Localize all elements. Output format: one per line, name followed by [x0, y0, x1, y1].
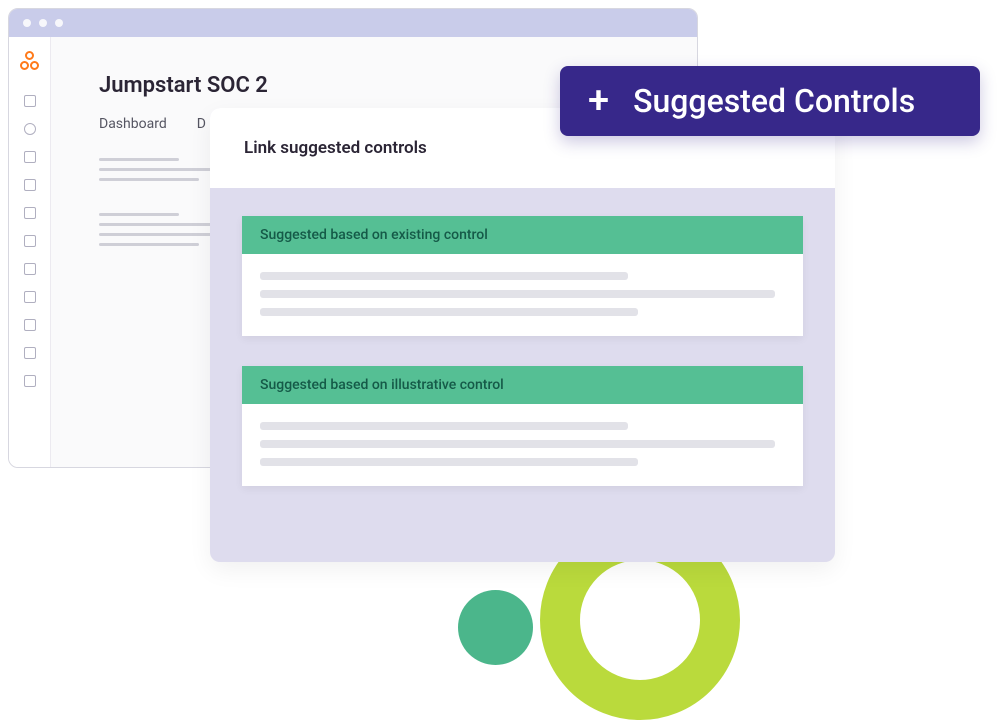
placeholder-line: [260, 422, 628, 430]
traffic-light-icon: [55, 19, 63, 27]
sidebar-item-icon[interactable]: [24, 151, 36, 163]
suggestion-card-header: Suggested based on illustrative control: [242, 366, 803, 404]
sidebar-item-icon[interactable]: [24, 207, 36, 219]
modal-body: Suggested based on existing control Sugg…: [210, 188, 835, 514]
placeholder-line: [260, 440, 775, 448]
traffic-light-icon: [23, 19, 31, 27]
sidebar-item-icon[interactable]: [24, 235, 36, 247]
sidebar: [9, 37, 51, 467]
suggestion-card-illustrative[interactable]: Suggested based on illustrative control: [242, 366, 803, 486]
placeholder-line: [260, 308, 638, 316]
sidebar-item-icon[interactable]: [24, 347, 36, 359]
window-titlebar: [9, 9, 697, 37]
suggestion-card-content: [242, 254, 803, 336]
decorative-dot: [458, 590, 533, 665]
tab-truncated[interactable]: D: [197, 116, 206, 132]
modal-title: Link suggested controls: [244, 138, 427, 158]
suggested-controls-button[interactable]: + Suggested Controls: [560, 66, 980, 136]
traffic-light-icon: [39, 19, 47, 27]
sidebar-item-icon[interactable]: [24, 319, 36, 331]
tab-dashboard[interactable]: Dashboard: [99, 116, 167, 132]
placeholder-line: [260, 290, 775, 298]
placeholder-line: [260, 458, 638, 466]
sidebar-item-icon[interactable]: [24, 95, 36, 107]
sidebar-item-icon[interactable]: [24, 291, 36, 303]
sidebar-item-icon[interactable]: [24, 179, 36, 191]
suggestion-card-existing[interactable]: Suggested based on existing control: [242, 216, 803, 336]
sidebar-item-icon[interactable]: [24, 263, 36, 275]
plus-icon: +: [588, 82, 609, 120]
placeholder-line: [260, 272, 628, 280]
suggestion-card-header: Suggested based on existing control: [242, 216, 803, 254]
link-controls-modal: Link suggested controls Suggested based …: [210, 108, 835, 562]
sidebar-item-icon[interactable]: [24, 375, 36, 387]
sidebar-item-icon[interactable]: [24, 123, 36, 135]
app-logo-icon: [20, 51, 40, 71]
suggestion-card-content: [242, 404, 803, 486]
button-label: Suggested Controls: [633, 82, 915, 120]
